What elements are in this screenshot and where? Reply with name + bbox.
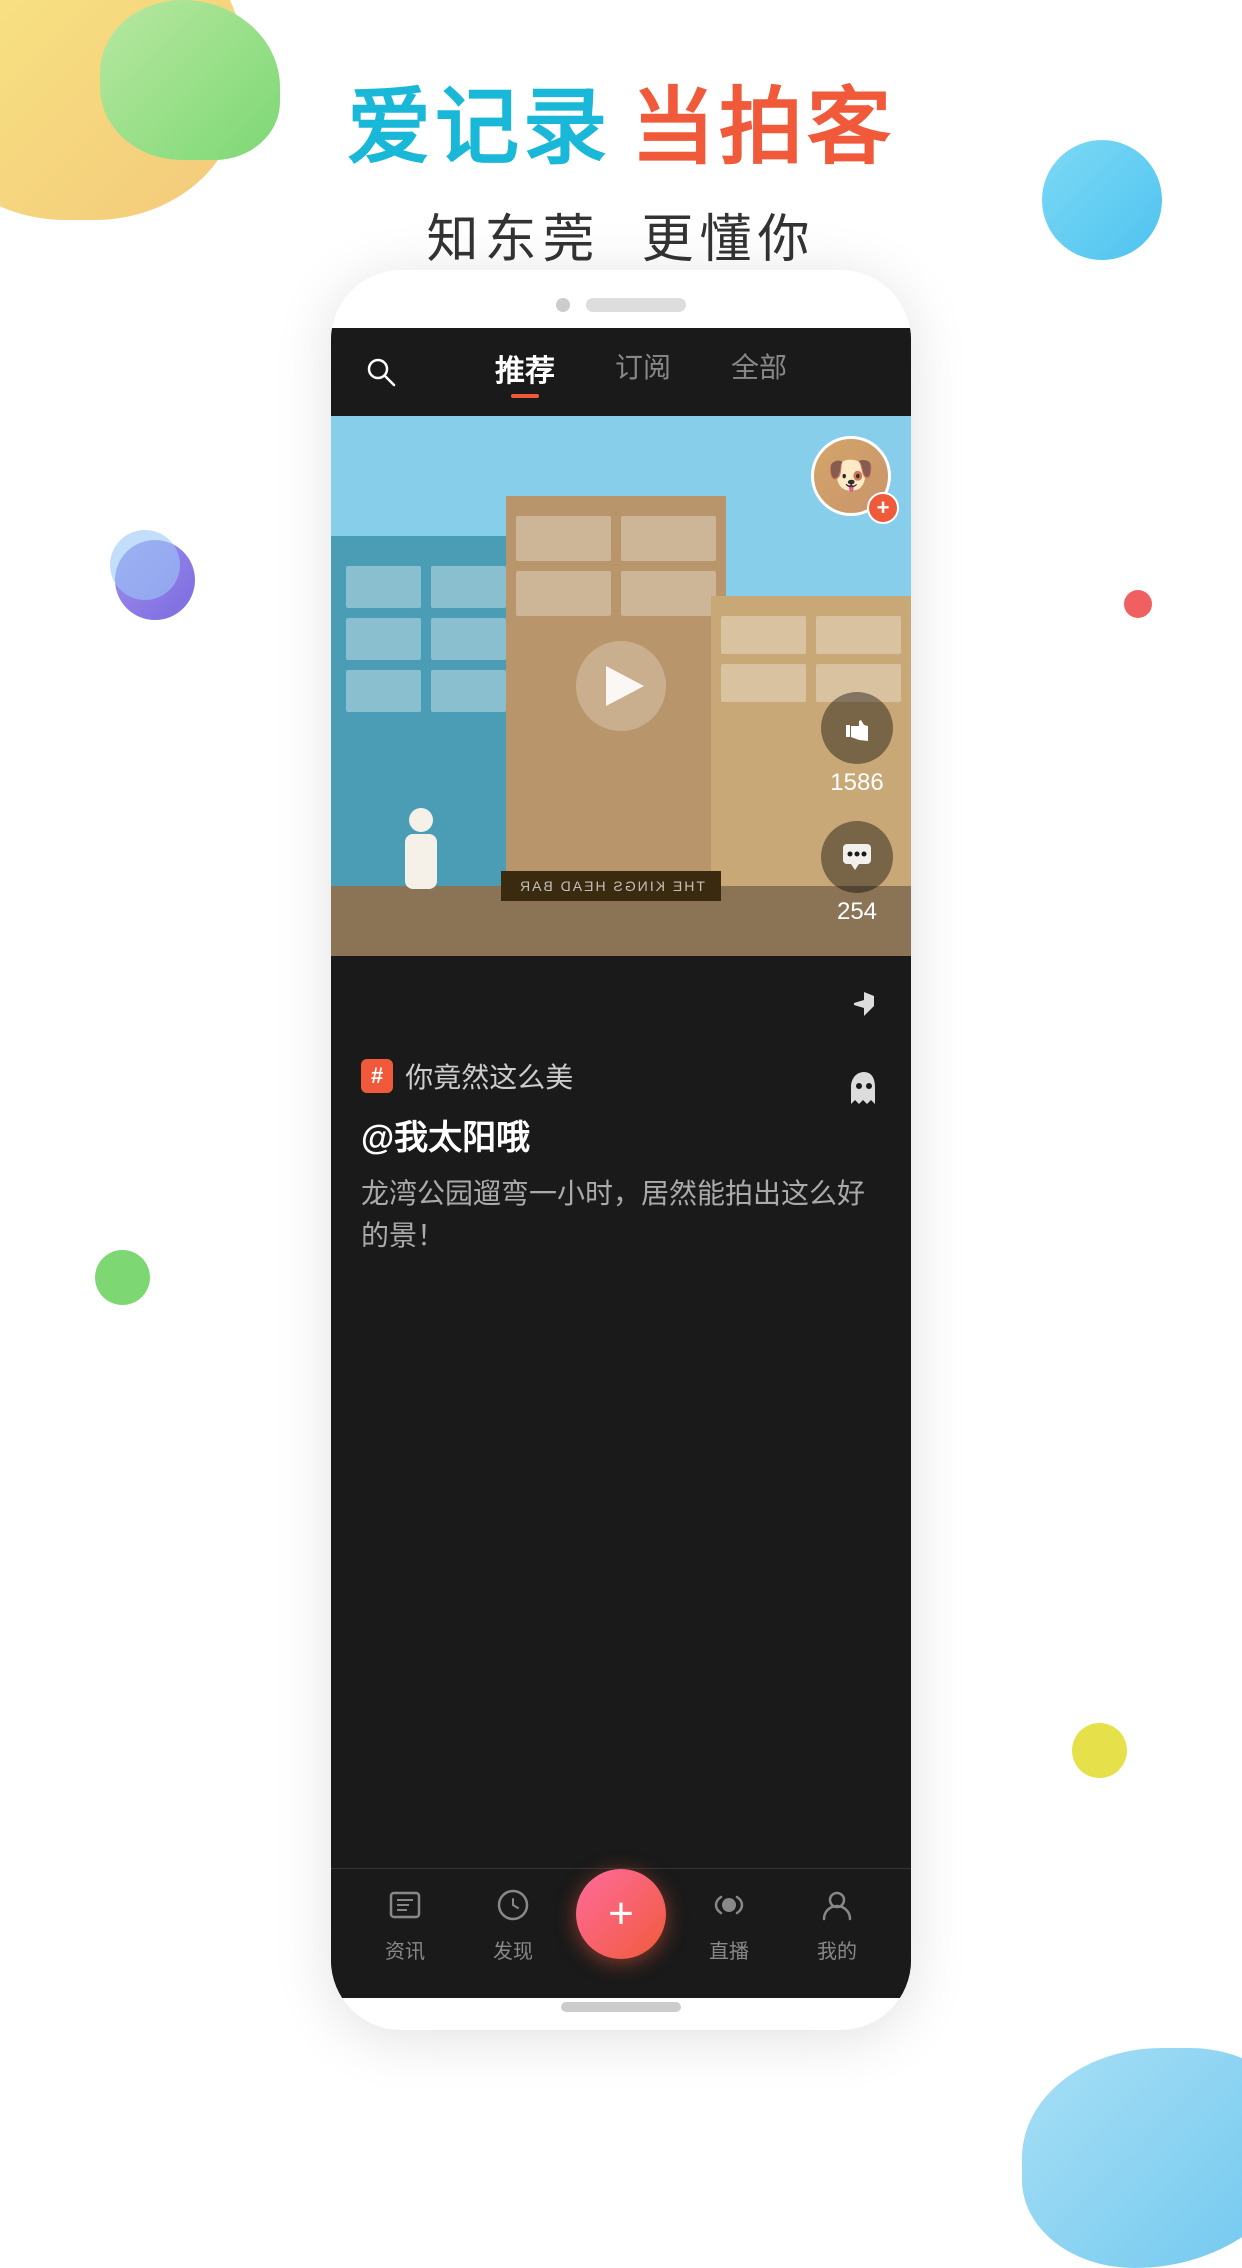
tab-subscribed[interactable]: 订阅 [615, 346, 671, 398]
news-label: 资讯 [385, 1935, 425, 1964]
tagline-part2: 当拍客 [631, 80, 895, 174]
street-sign-strip: THE KINGS HEAD BAR [501, 871, 721, 901]
play-triangle-icon [606, 666, 644, 706]
nav-item-discover[interactable]: 发现 [459, 1883, 567, 1964]
blob-bottom-right-blue [1022, 2048, 1242, 2268]
home-indicator [561, 2002, 681, 2012]
tagline-sub: 知东莞 更懂你 [0, 197, 1242, 272]
post-username[interactable]: @我太阳哦 [361, 1110, 881, 1159]
like-action[interactable]: 1586 [821, 692, 893, 797]
comment-icon [821, 821, 893, 893]
video-avatar: 🐶 + [811, 436, 891, 516]
tab-recommended[interactable]: 推荐 [495, 346, 555, 398]
search-icon[interactable] [361, 352, 401, 392]
news-icon [383, 1883, 427, 1927]
blob-right-red [1124, 590, 1152, 618]
tagline-part1: 爱记录 [347, 80, 611, 174]
comment-action[interactable]: 254 [821, 821, 893, 926]
subtitle-part2: 更懂你 [641, 211, 815, 269]
app-navbar: 推荐 订阅 全部 [331, 328, 911, 416]
blob-left-green [95, 1250, 150, 1305]
video-right-actions: 1586 254 [821, 692, 893, 926]
blob-left-blue-small [110, 530, 180, 600]
share-icon[interactable] [836, 976, 891, 1031]
subtitle-part1: 知东莞 [427, 211, 601, 269]
hashtag-badge: # [361, 1059, 393, 1093]
hashtag-row: # 你竟然这么美 [361, 1056, 881, 1096]
live-label: 直播 [709, 1935, 749, 1964]
profile-icon [815, 1883, 859, 1927]
nav-item-add[interactable]: + [567, 1889, 675, 1959]
discover-icon [491, 1883, 535, 1927]
right-side-icons [836, 976, 891, 1116]
hashtag-topic: 你竟然这么美 [405, 1056, 573, 1096]
sign-text: THE KINGS HEAD BAR [518, 878, 705, 894]
tab-all[interactable]: 全部 [731, 346, 787, 398]
phone-speaker [586, 298, 686, 312]
play-button[interactable] [576, 641, 666, 731]
blob-bottom-right-yellow [1072, 1723, 1127, 1778]
add-icon: + [608, 1889, 634, 1939]
video-area: THE KINGS HEAD BAR 🐶 + [331, 416, 911, 956]
post-description: 龙湾公园遛弯一小时，居然能拍出这么好的景！ [361, 1173, 881, 1257]
discover-label: 发现 [493, 1935, 533, 1964]
phone-mockup: 推荐 订阅 全部 [331, 270, 911, 2030]
nav-item-news[interactable]: 资讯 [351, 1883, 459, 1964]
tagline-main: 爱记录当拍客 [0, 60, 1242, 181]
nav-item-profile[interactable]: 我的 [783, 1883, 891, 1964]
bottom-nav: 资讯 发现 + [331, 1868, 911, 1998]
like-icon [821, 692, 893, 764]
live-icon [707, 1883, 751, 1927]
nav-item-live[interactable]: 直播 [675, 1883, 783, 1964]
comment-count: 254 [837, 898, 877, 926]
profile-label: 我的 [817, 1935, 857, 1964]
phone-camera [556, 298, 570, 312]
phone-top-bar [331, 270, 911, 328]
nav-tabs: 推荐 订阅 全部 [401, 346, 881, 398]
content-section: # 你竟然这么美 @我太阳哦 龙湾公园遛弯一小时，居然能拍出这么好的景！ [331, 956, 911, 1297]
app-content: 推荐 订阅 全部 [331, 328, 911, 1998]
ghost-icon[interactable] [836, 1061, 891, 1116]
person-silhouette [401, 808, 441, 898]
header-section: 爱记录当拍客 知东莞 更懂你 [0, 60, 1242, 272]
like-count: 1586 [830, 769, 883, 797]
add-button[interactable]: + [576, 1869, 666, 1959]
avatar-follow-button[interactable]: + [867, 492, 899, 524]
